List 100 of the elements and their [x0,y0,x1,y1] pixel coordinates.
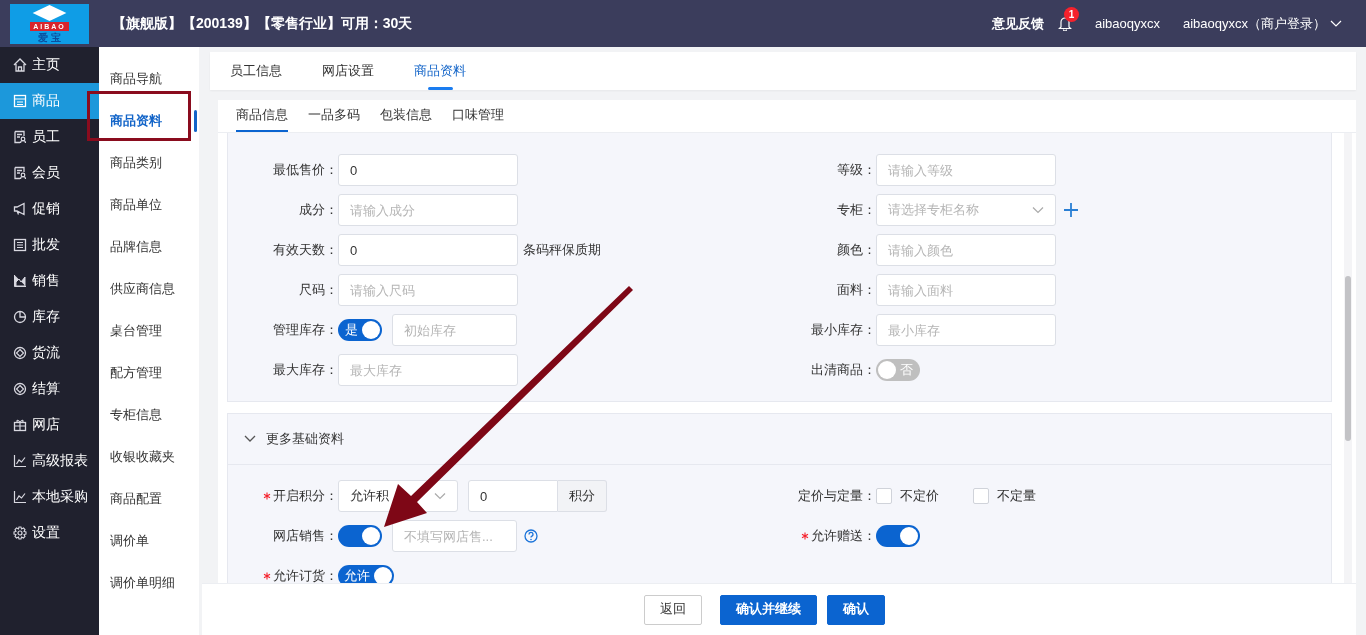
sidebar-item[interactable]: 货流 [0,335,99,371]
subnav-item[interactable]: 商品类别 [99,142,199,184]
required-icon [263,572,271,580]
caret-icon [434,492,446,500]
sidebar-item[interactable]: 设置 [0,515,99,551]
sidebar-item[interactable]: 库存 [0,299,99,335]
required-icon [801,532,809,540]
caret-icon [1330,19,1342,28]
field-label: 有效天数： [273,241,338,259]
field-label: 允许赠送： [811,527,876,545]
tab[interactable]: 网店设置 [322,52,374,90]
field-label: 面料： [837,281,876,299]
target-icon [13,382,27,396]
input-field[interactable]: 请输入成分 [338,194,518,226]
input-field[interactable]: 0 [468,480,558,512]
subnav-item[interactable]: 供应商信息 [99,268,199,310]
user-document-icon [13,130,27,144]
notification-badge: 1 [1063,7,1079,22]
field-label: 出清商品： [811,361,876,379]
caret-icon [1032,206,1044,214]
input-field[interactable]: 0 [338,234,518,266]
toggle-switch[interactable] [338,525,382,547]
input-field[interactable]: 请输入颜色 [876,234,1056,266]
section-title[interactable]: 更多基础资料 [266,430,344,448]
sidebar-item[interactable]: 促销 [0,191,99,227]
field-label: 开启积分： [273,487,338,505]
field-label: 最低售价： [273,161,338,179]
sidebar-item[interactable]: 高级报表 [0,443,99,479]
checkbox-label: 不定价 [900,487,939,505]
input-field[interactable]: 最小库存 [876,314,1056,346]
subnav-item[interactable]: 商品资料 [99,100,199,142]
subnav-item[interactable]: 品牌信息 [99,226,199,268]
user-document-icon [13,166,27,180]
back-button[interactable]: 返回 [643,594,702,625]
tab[interactable]: 口味管理 [452,100,504,132]
unit-addon: 积分 [558,480,607,512]
feedback-link[interactable]: 意见反馈 [991,14,1044,33]
confirm-button[interactable]: 确认并继续 [719,594,817,625]
tab[interactable]: 一品多码 [308,100,360,132]
subnav-item[interactable]: 专柜信息 [99,394,199,436]
checkbox-label: 不定量 [997,487,1036,505]
field-label: 等级： [837,161,876,179]
field-label: 网店销售： [273,527,338,545]
register-icon [13,94,27,108]
toggle-switch[interactable]: 允许 [338,565,394,583]
input-field[interactable]: 不填写网店售... [392,520,517,552]
account-menu[interactable]: aibaoqyxcx（商户登录） [1182,14,1326,33]
field-label: 尺码： [299,281,338,299]
checkbox[interactable] [876,488,892,504]
sidebar-item[interactable]: 本地采购 [0,479,99,515]
input-field[interactable]: 请输入面料 [876,274,1056,306]
sidebar-item[interactable]: 销售 [0,263,99,299]
account-title: 【旗舰版】【200139】【零售行业】可用：30天 [112,14,414,33]
input-field[interactable]: 0 [338,154,518,186]
toggle-switch[interactable] [876,525,920,547]
bell-icon[interactable] [1057,16,1072,31]
sidebar-item[interactable]: 主页 [0,47,99,83]
add-icon[interactable] [1064,203,1078,217]
scrollbar[interactable] [1344,133,1352,583]
checkbox[interactable] [973,488,989,504]
tab[interactable]: 商品资料 [414,52,466,90]
field-label: 颜色： [837,241,876,259]
sidebar-item[interactable]: 员工 [0,119,99,155]
logo-caption: 爱 宝 [38,31,61,44]
field-label: 最小库存： [811,321,876,339]
subnav-item[interactable]: 商品单位 [99,184,199,226]
field-hint: 条码秤保质期 [523,241,601,259]
confirm-button[interactable]: 确认 [826,594,885,625]
input-field[interactable]: 请输入等级 [876,154,1056,186]
subnav-item[interactable]: 配方管理 [99,352,199,394]
username[interactable]: aibaoqyxcx [1094,16,1160,31]
sidebar-item[interactable]: 网店 [0,407,99,443]
field-label: 专柜： [837,201,876,219]
sidebar-item[interactable]: 批发 [0,227,99,263]
subnav-item[interactable]: 商品配置 [99,478,199,520]
subnav-item[interactable]: 调价单明细 [99,562,199,604]
gift-icon [13,418,27,432]
sidebar-item[interactable]: 结算 [0,371,99,407]
line-chart-icon [13,454,27,468]
field-label: 定价与定量： [798,487,876,505]
tab[interactable]: 员工信息 [230,52,282,90]
field-label: 允许订货： [273,567,338,583]
input-field[interactable]: 请输入尺码 [338,274,518,306]
subnav-item[interactable]: 桌台管理 [99,310,199,352]
help-icon[interactable] [524,529,538,543]
sidebar-item[interactable]: 会员 [0,155,99,191]
area-chart-icon [13,274,27,288]
input-field[interactable]: 最大库存 [338,354,518,386]
field-label: 管理库存： [273,321,338,339]
pie-chart-icon [13,310,27,324]
subnav-item[interactable]: 收银收藏夹 [99,436,199,478]
subnav-item[interactable]: 调价单 [99,520,199,562]
required-icon [263,492,271,500]
tab[interactable]: 包装信息 [380,100,432,132]
input-field[interactable]: 初始库存 [392,314,517,346]
toggle-switch[interactable]: 是 [338,319,382,341]
list-icon [13,238,27,252]
field-label: 成分： [299,201,338,219]
settings-icon [13,526,27,540]
subnav-item[interactable]: 商品导航 [99,58,199,100]
